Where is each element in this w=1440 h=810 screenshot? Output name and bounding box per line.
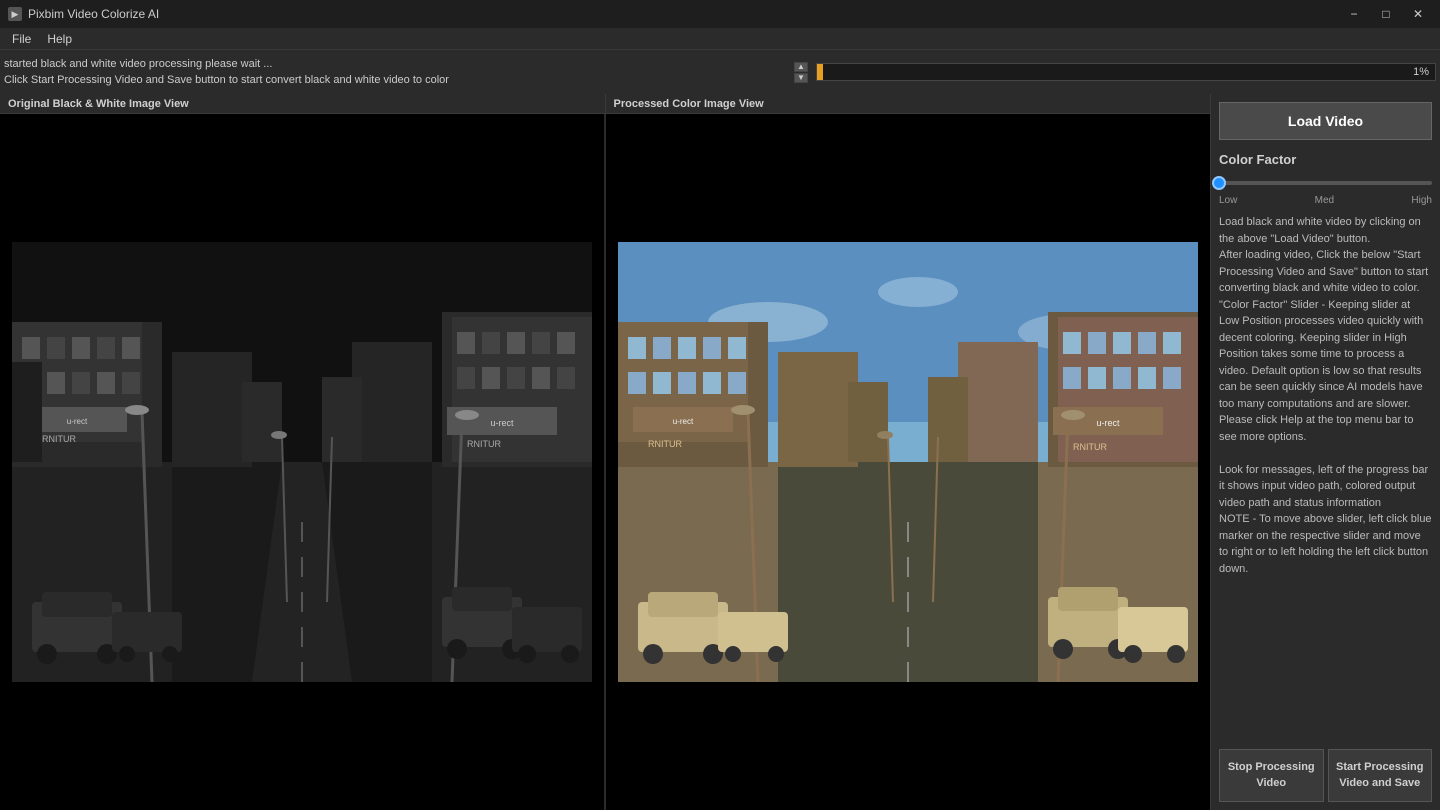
start-btn-line1: Start Processing	[1336, 761, 1423, 773]
sidebar: Load Video Color Factor Low Med High Loa…	[1210, 94, 1440, 810]
menu-file[interactable]: File	[4, 30, 39, 48]
start-btn-line2: Video and Save	[1339, 777, 1420, 789]
svg-text:RNITUR: RNITUR	[648, 439, 682, 449]
start-processing-button[interactable]: Start Processing Video and Save	[1328, 749, 1433, 802]
color-factor-label: Color Factor	[1219, 152, 1432, 167]
svg-text:u-rect: u-rect	[1096, 418, 1120, 428]
svg-text:RNITUR: RNITUR	[42, 434, 76, 444]
color-factor-slider[interactable]	[1219, 173, 1432, 193]
slider-track	[1219, 181, 1432, 185]
progress-bar-fill	[817, 64, 823, 80]
stop-processing-button[interactable]: Stop Processing Video	[1219, 749, 1324, 802]
slider-low-label: Low	[1219, 195, 1237, 206]
status-bar: started black and white video processing…	[0, 50, 1440, 94]
slider-thumb[interactable]	[1212, 176, 1226, 190]
bottom-buttons: Stop Processing Video Start Processing V…	[1219, 749, 1432, 802]
maximize-button[interactable]: □	[1372, 4, 1400, 24]
load-video-button[interactable]: Load Video	[1219, 102, 1432, 140]
close-button[interactable]: ✕	[1404, 4, 1432, 24]
bw-video-panel: u-rect RNITUR	[0, 114, 606, 810]
svg-text:u-rect: u-rect	[67, 417, 88, 426]
progress-bar-container: 1%	[816, 63, 1436, 81]
titlebar: ▶ Pixbim Video Colorize AI − □ ✕	[0, 0, 1440, 28]
status-text: started black and white video processing…	[4, 56, 790, 89]
right-panel-label: Processed Color Image View	[606, 94, 1211, 113]
video-area: Original Black & White Image View Proces…	[0, 94, 1210, 810]
svg-text:u-rect: u-rect	[673, 417, 694, 426]
titlebar-left: ▶ Pixbim Video Colorize AI	[8, 7, 159, 21]
left-panel-label: Original Black & White Image View	[0, 94, 606, 113]
progress-controls: ▲ ▼	[794, 62, 808, 83]
bw-street-svg: u-rect RNITUR	[12, 242, 592, 682]
panels-body: u-rect RNITUR	[0, 114, 1210, 810]
menu-help[interactable]: Help	[39, 30, 80, 48]
instructions-text: Load black and white video by clicking o…	[1219, 214, 1432, 741]
status-line2: Click Start Processing Video and Save bu…	[4, 72, 790, 89]
status-line1: started black and white video processing…	[4, 56, 790, 73]
panels-header: Original Black & White Image View Proces…	[0, 94, 1210, 114]
progress-down-arrow[interactable]: ▼	[794, 73, 808, 83]
slider-labels: Low Med High	[1219, 195, 1432, 206]
slider-high-label: High	[1411, 195, 1432, 206]
bw-image: u-rect RNITUR	[12, 242, 592, 682]
slider-med-label: Med	[1315, 195, 1334, 206]
main-content: Original Black & White Image View Proces…	[0, 94, 1440, 810]
svg-text:RNITUR: RNITUR	[1073, 442, 1107, 452]
color-video-panel: u-rect RNITUR	[606, 114, 1210, 810]
color-factor-section: Color Factor Low Med High	[1219, 152, 1432, 206]
color-street-svg: u-rect RNITUR	[618, 242, 1198, 682]
titlebar-controls: − □ ✕	[1340, 4, 1432, 24]
color-image: u-rect RNITUR	[618, 242, 1198, 682]
svg-text:RNITUR: RNITUR	[467, 439, 501, 449]
progress-label: 1%	[1413, 66, 1429, 78]
stop-btn-line1: Stop Processing	[1228, 761, 1315, 773]
app-icon: ▶	[8, 7, 22, 21]
progress-up-arrow[interactable]: ▲	[794, 62, 808, 72]
svg-text:u-rect: u-rect	[490, 418, 514, 428]
stop-btn-line2: Video	[1256, 777, 1286, 789]
app-title: Pixbim Video Colorize AI	[28, 7, 159, 21]
minimize-button[interactable]: −	[1340, 4, 1368, 24]
menubar: File Help	[0, 28, 1440, 50]
